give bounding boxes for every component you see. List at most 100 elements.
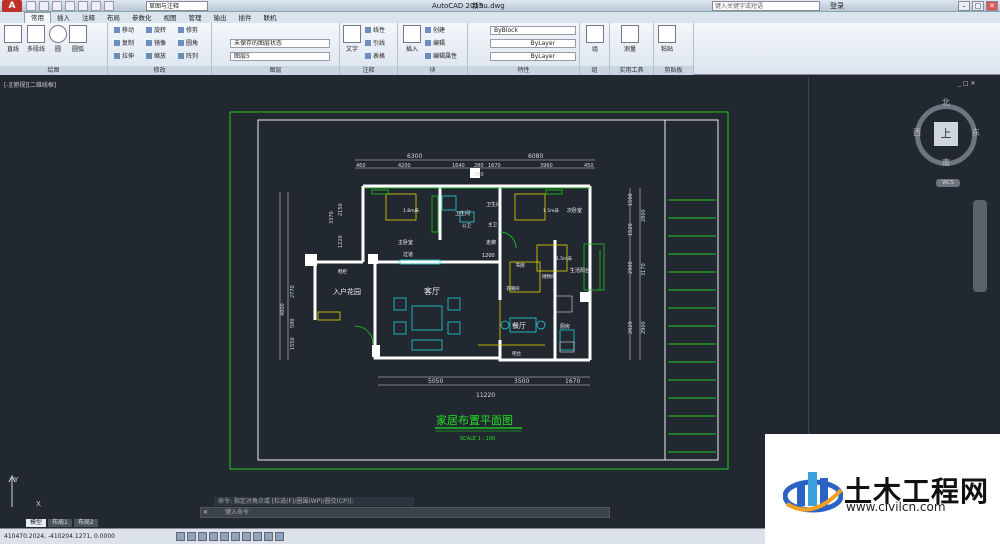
drawing-canvas[interactable]: Y X 6300 6080 460 4200 1640 280 1670 396…	[0, 77, 808, 507]
layer-state-dropdown[interactable]: 未保存的图层状态	[230, 39, 330, 48]
copy-button[interactable]: 复制	[114, 40, 134, 48]
tab-home[interactable]: 常用	[24, 12, 51, 23]
maximize-button[interactable]: □	[972, 1, 984, 11]
tab-layout[interactable]: 布局	[101, 13, 126, 23]
dim-left-6: 590	[290, 318, 296, 328]
tab-model[interactable]: 模型	[26, 519, 47, 527]
tab-parametric[interactable]: 参数化	[126, 13, 158, 23]
measure-button[interactable]: 测量	[618, 25, 642, 53]
annotation-panel-title[interactable]: 注释	[340, 66, 397, 75]
block-panel-title[interactable]: 块	[398, 66, 467, 75]
move-button[interactable]: 移动	[114, 27, 134, 35]
group-icon	[586, 25, 604, 43]
lineweight-dropdown[interactable]: ByLayer	[490, 52, 576, 61]
close-button[interactable]: ✕	[986, 1, 998, 11]
stretch-button[interactable]: 拉伸	[114, 53, 134, 61]
tab-layout2[interactable]: 布局2	[73, 519, 98, 527]
array-button[interactable]: 阵列	[178, 53, 198, 61]
otrack-icon[interactable]	[231, 532, 240, 541]
create-block-button[interactable]: 创建	[425, 27, 445, 35]
text-button[interactable]: 文字	[342, 25, 362, 53]
compass-west[interactable]: 西	[913, 127, 921, 138]
utilities-panel-title[interactable]: 实用工具	[610, 66, 653, 75]
fillet-button[interactable]: 圆角	[178, 40, 198, 48]
edit-block-button[interactable]: 编辑	[425, 40, 445, 48]
viewcube-top-face[interactable]: 上	[934, 122, 958, 146]
tab-annotate[interactable]: 注释	[76, 13, 101, 23]
command-line[interactable]: ✕ 键入命令	[200, 507, 610, 518]
command-input[interactable]: 键入命令	[225, 509, 249, 517]
command-close-icon[interactable]: ✕	[203, 509, 211, 517]
status-toggles	[176, 532, 284, 541]
tab-layout1[interactable]: 布局1	[48, 519, 72, 527]
layer-dropdown[interactable]: 图层5	[230, 52, 330, 61]
cursor-coordinates[interactable]: 410470.2024, -410204.1271, 0.0000	[4, 533, 115, 541]
arc-icon	[69, 25, 87, 43]
insert-icon	[403, 25, 421, 43]
arc-button[interactable]: 圆弧	[68, 25, 88, 53]
layers-panel-title[interactable]: 图层	[212, 66, 339, 75]
compass-north[interactable]: 北	[942, 97, 950, 108]
save-icon[interactable]	[52, 1, 62, 11]
color-dropdown[interactable]: ByBlock	[490, 26, 576, 35]
draw-panel: 直线 多段线 圆 圆弧 绘图	[0, 23, 108, 75]
osnap-icon[interactable]	[220, 532, 229, 541]
redo-icon[interactable]	[104, 1, 114, 11]
undo-icon[interactable]	[91, 1, 101, 11]
properties-panel: ByBlock ByLayer ByLayer 特性	[468, 23, 580, 75]
edit-attributes-button[interactable]: 编辑属性	[425, 53, 457, 61]
dyn-icon[interactable]	[253, 532, 262, 541]
lineweight-icon[interactable]	[264, 532, 273, 541]
room-bedroom: 次卧室	[567, 207, 582, 214]
table-button[interactable]: 表格	[365, 53, 385, 61]
compass-east[interactable]: 东	[972, 127, 980, 138]
tpy-icon[interactable]	[275, 532, 284, 541]
mirror-button[interactable]: 镜像	[146, 40, 166, 48]
viewport-label[interactable]: [-][俯视][二维线框]	[4, 80, 56, 89]
polyline-button[interactable]: 多段线	[24, 25, 48, 53]
room-bar: 吧台	[512, 350, 521, 357]
tab-manage[interactable]: 管理	[183, 13, 208, 23]
dim-top-2: 6080	[528, 153, 543, 160]
tab-online[interactable]: 联机	[258, 13, 283, 23]
annotation-panel: 文字 线性 引线 表格 注释	[340, 23, 398, 75]
paste-button[interactable]: 粘贴	[656, 25, 678, 53]
circle-button[interactable]: 圆	[48, 25, 68, 53]
polar-icon[interactable]	[209, 532, 218, 541]
tab-insert[interactable]: 插入	[51, 13, 76, 23]
snap-icon[interactable]	[176, 532, 185, 541]
wcs-menu[interactable]: WCS	[936, 179, 960, 187]
groups-panel-title[interactable]: 组	[580, 66, 609, 75]
ortho-icon[interactable]	[198, 532, 207, 541]
tab-view[interactable]: 视图	[158, 13, 183, 23]
scale-button[interactable]: 缩放	[146, 53, 166, 61]
modify-panel-title[interactable]: 修改	[108, 66, 211, 75]
leader-button[interactable]: 引线	[365, 40, 385, 48]
rotate-button[interactable]: 旋转	[146, 27, 166, 35]
insert-button[interactable]: 插入	[402, 25, 422, 53]
properties-panel-title[interactable]: 特性	[468, 66, 579, 75]
line-button[interactable]: 直线	[2, 25, 24, 53]
application-menu-button[interactable]: A	[2, 0, 22, 12]
trim-button[interactable]: 修剪	[178, 27, 198, 35]
linetype-dropdown[interactable]: ByLayer	[490, 39, 576, 48]
ducs-icon[interactable]	[242, 532, 251, 541]
group-button[interactable]: 组	[584, 25, 606, 53]
navigation-bar[interactable]	[973, 200, 987, 292]
new-file-icon[interactable]	[26, 1, 36, 11]
grid-icon[interactable]	[187, 532, 196, 541]
compass-south[interactable]: 南	[942, 157, 950, 168]
open-file-icon[interactable]	[39, 1, 49, 11]
tab-output[interactable]: 输出	[208, 13, 233, 23]
tab-plugins[interactable]: 插件	[233, 13, 258, 23]
minimize-button[interactable]: –	[958, 1, 970, 11]
workspace-dropdown[interactable]: 草图与注释	[146, 1, 208, 11]
draw-panel-title[interactable]: 绘图	[0, 66, 107, 75]
clipboard-panel-title[interactable]: 剪贴板	[654, 66, 693, 75]
save-as-icon[interactable]	[65, 1, 75, 11]
linear-dim-button[interactable]: 线性	[365, 27, 385, 35]
search-input[interactable]: 键入关键字或短语	[712, 1, 820, 11]
plot-icon[interactable]	[78, 1, 88, 11]
login-button[interactable]: 登录	[830, 1, 844, 11]
room-shoe-cabinet: 鞋柜	[338, 268, 347, 275]
